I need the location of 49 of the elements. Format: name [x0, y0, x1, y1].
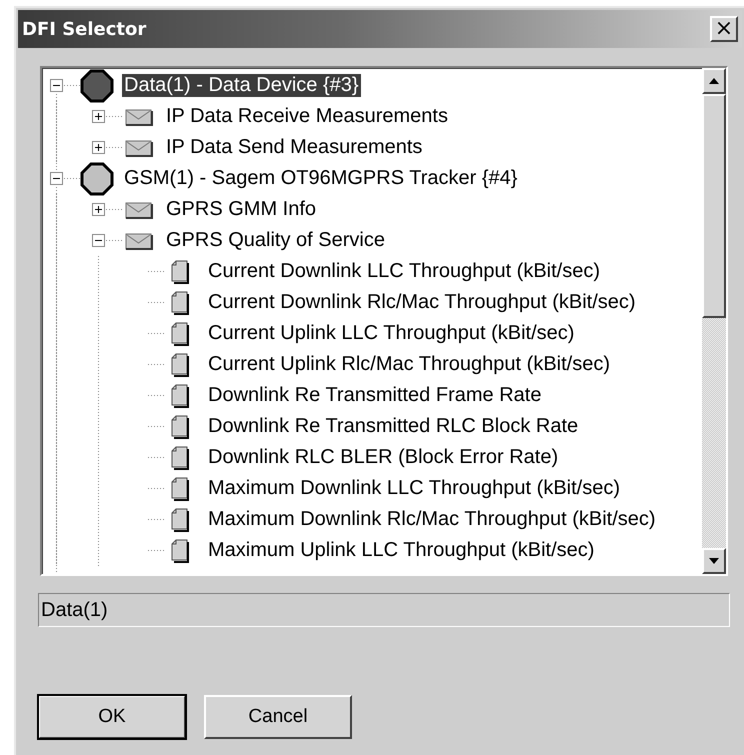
tree-item[interactable]: Current Uplink Rlc/Mac Throughput (kBit/sec)	[206, 353, 612, 376]
expand-icon[interactable]	[92, 110, 104, 123]
document-icon	[171, 384, 191, 408]
tree-item[interactable]: Maximum Downlink Rlc/Mac Throughput (kBit/sec)	[206, 508, 658, 531]
scroll-thumb[interactable]	[702, 94, 726, 318]
document-icon	[171, 260, 191, 284]
tree-item[interactable]: GPRS GMM Info	[164, 198, 318, 221]
tree-item[interactable]: Maximum Uplink LLC Throughput (kBit/sec)	[206, 539, 596, 562]
document-icon	[171, 352, 191, 376]
close-button[interactable]: ×	[710, 16, 738, 42]
document-icon	[171, 508, 191, 532]
window-title: DFI Selector	[22, 18, 146, 40]
document-icon	[171, 538, 191, 562]
document-icon	[171, 290, 191, 314]
envelope-icon	[125, 138, 153, 158]
document-icon	[171, 414, 191, 438]
collapse-icon[interactable]	[50, 79, 62, 92]
tree-item[interactable]: GPRS Quality of Service	[164, 229, 387, 252]
collapse-icon[interactable]	[92, 234, 104, 247]
tree-item[interactable]: Current Downlink LLC Throughput (kBit/sec)	[206, 260, 602, 283]
tree-item[interactable]: Downlink RLC BLER (Block Error Rate)	[206, 446, 560, 469]
up-arrow-icon	[708, 77, 720, 85]
tree-item[interactable]: Current Downlink Rlc/Mac Throughput (kBit/sec)	[206, 291, 638, 314]
tree-item[interactable]: Downlink Re Transmitted Frame Rate	[206, 384, 544, 407]
dialog-button[interactable]: Cancel	[204, 695, 352, 739]
scroll-up-button[interactable]	[702, 68, 726, 94]
document-icon	[171, 322, 191, 346]
selection-field[interactable]: Data(1)	[38, 593, 730, 627]
vertical-scrollbar[interactable]	[702, 68, 726, 574]
down-arrow-icon	[708, 557, 720, 565]
octagon-icon	[80, 68, 114, 102]
tree-item[interactable]: Downlink Re Transmitted RLC Block Rate	[206, 415, 580, 438]
scroll-down-button[interactable]	[702, 548, 726, 574]
envelope-icon	[125, 200, 153, 220]
expand-icon[interactable]	[92, 203, 104, 216]
tree-item[interactable]: Current Uplink LLC Throughput (kBit/sec)	[206, 322, 576, 345]
tree-item[interactable]: IP Data Receive Measurements	[164, 105, 450, 128]
tree-item[interactable]: Data(1) - Data Device {#3}	[122, 74, 361, 97]
envelope-icon	[125, 106, 153, 126]
document-icon	[171, 476, 191, 500]
tree-item[interactable]: IP Data Send Measurements	[164, 136, 424, 159]
tree-item[interactable]: Maximum Downlink LLC Throughput (kBit/sec)	[206, 477, 622, 500]
octagon-icon	[80, 162, 114, 196]
dialog-button[interactable]: OK	[38, 695, 186, 739]
collapse-icon[interactable]	[50, 172, 62, 185]
tree-item[interactable]: GSM(1) - Sagem OT96MGPRS Tracker {#4}	[122, 167, 520, 190]
envelope-icon	[125, 230, 153, 250]
document-icon	[171, 446, 191, 470]
expand-icon[interactable]	[92, 141, 104, 154]
